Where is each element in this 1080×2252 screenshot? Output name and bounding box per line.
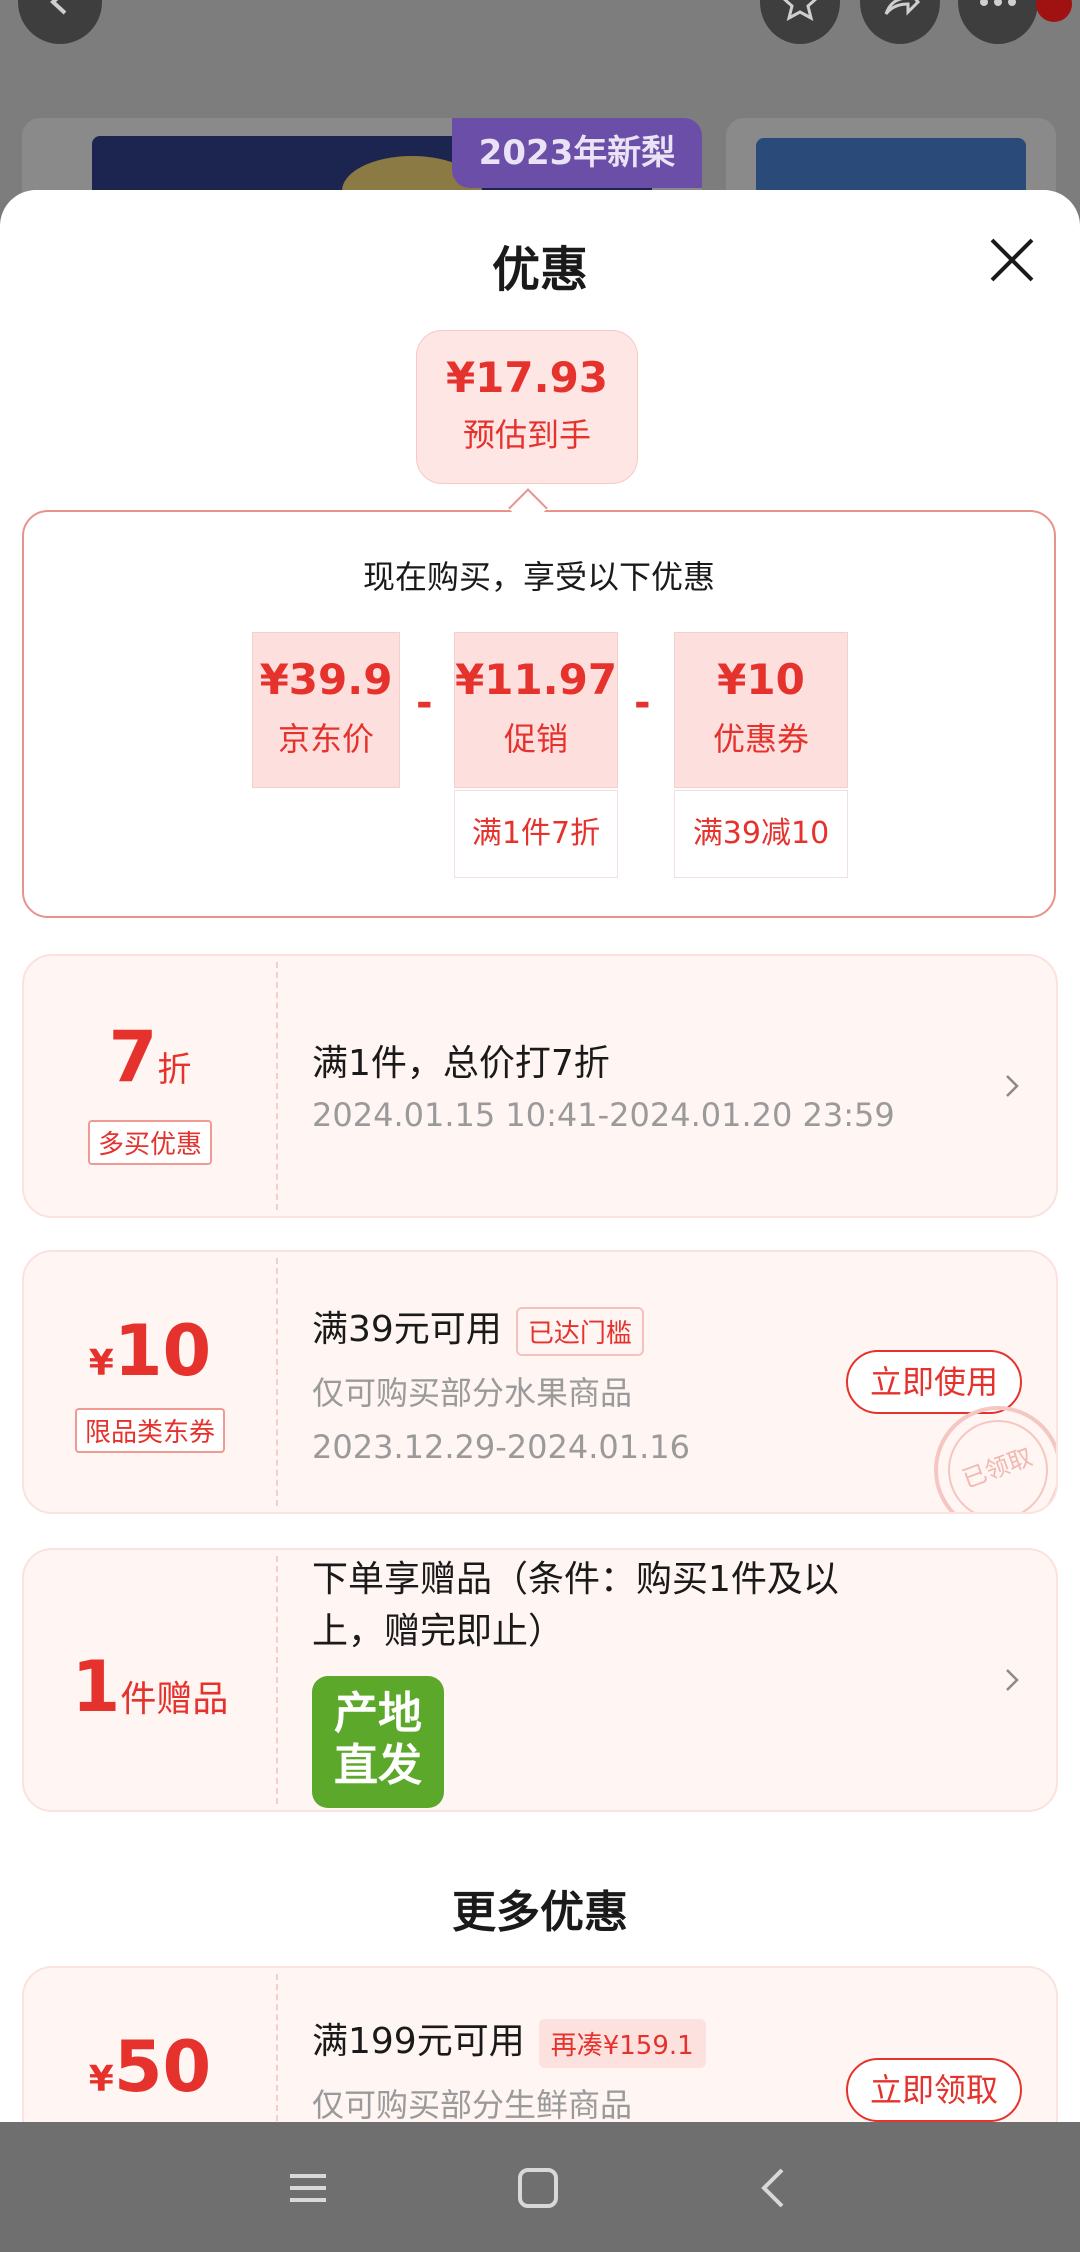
claimed-stamp-text: 已领取 [933,1405,1056,1512]
product-tag: 2023年新梨 [452,118,702,188]
estimated-price: ¥17.93 [445,353,609,402]
more-button-bg[interactable] [958,0,1038,44]
claim-now-button[interactable]: 立即领取 [846,2058,1022,2122]
minus-sign: - [416,680,433,726]
offer-left: ¥50 [24,1968,276,2122]
offer-card-gift[interactable]: 1件赠品 下单享赠品（条件：购买1件及以 上，赠完即止） 产地 直发 [22,1548,1058,1812]
gift-unit: 件赠品 [120,1679,229,1720]
offer-left: 7折 多买优惠 [24,956,276,1216]
estimated-price-box: ¥17.93 预估到手 [416,330,638,484]
price-item-condition: 满39减10 [674,790,848,878]
price-item-name: 京东价 [277,720,374,758]
notification-badge [1036,0,1072,22]
minus-sign: - [634,680,651,726]
gift-title-line: 上，赠完即止） [312,1611,565,1652]
discount-value: 7 [108,1016,158,1098]
threshold-met-badge: 已达门槛 [515,1306,644,1356]
coupon-value: 50 [113,2026,212,2108]
sheet-title: 优惠 [491,242,588,298]
gift-title-line: 下单享赠品（条件：购买1件及以 [312,1559,839,1600]
system-nav-bar [0,2122,1080,2252]
star-icon [782,0,818,21]
more-dots-icon [980,0,1016,6]
offer-left: ¥10 限品类东券 [24,1252,276,1512]
coupon-scope: 仅可购买部分水果商品 [312,1374,633,1412]
favorite-button-bg[interactable] [760,0,840,44]
card-divider [276,962,278,1210]
share-button-bg[interactable] [860,0,940,44]
coupon-value: 10 [113,1310,212,1392]
gift-count: 1 [71,1646,121,1728]
offer-card-coupon: ¥10 限品类东券 满39元可用 已达门槛 仅可购买部分水果商品 2023.12.… [22,1250,1058,1514]
use-now-button[interactable]: 立即使用 [846,1350,1022,1414]
coupon-threshold: 满39元可用 [312,1309,502,1350]
close-icon[interactable] [984,232,1040,288]
discount-sheet: 优惠 ¥17.93 预估到手 现在购买，享受以下优惠 ¥39.9 京东价 - ¥… [0,190,1080,2122]
offer-title: 满1件，总价打7折 [312,1043,610,1084]
price-item-value: ¥39.9 [259,655,393,704]
price-item-value: ¥10 [717,655,805,704]
back-arrow-icon [50,0,67,15]
offer-period: 2024.01.15 10:41-2024.01.20 23:59 [312,1096,895,1134]
discount-unit: 折 [157,1050,192,1090]
card-divider [276,1258,278,1506]
price-breakdown: 现在购买，享受以下优惠 ¥39.9 京东价 - ¥11.97 促销 满1件7折 … [22,510,1056,918]
menu-icon[interactable] [278,2158,338,2218]
offer-left: 1件赠品 [24,1550,276,1810]
gift-title: 下单享赠品（条件：购买1件及以 上，赠完即止） [312,1554,839,1658]
share-icon [884,0,920,16]
offer-card-more-coupon: ¥50 满199元可用 再凑¥159.1 仅可购买部分生鲜商品 立即领取 [22,1966,1058,2122]
coupon-title-row: 满199元可用 再凑¥159.1 [312,2012,706,2068]
offer-card-multibuy[interactable]: 7折 多买优惠 满1件，总价打7折 2024.01.15 10:41-2024.… [22,954,1058,1218]
price-item-coupon: ¥10 优惠券 [674,632,848,788]
gift-image-text: 直发 [334,1740,422,1791]
gift-image-text: 产地 [334,1688,422,1739]
coupon-title-row: 满39元可用 已达门槛 [312,1300,644,1356]
currency-symbol: ¥ [88,1343,114,1384]
price-item-value: ¥11.97 [455,655,618,704]
card-divider [276,1556,278,1804]
price-item-condition: 满1件7折 [454,790,618,878]
price-item-name: 促销 [503,720,568,758]
gift-product-image[interactable]: 产地 直发 [312,1676,444,1808]
price-item-name: 优惠券 [712,720,809,758]
chevron-right-icon[interactable] [1004,1072,1020,1100]
coupon-scope: 仅可购买部分生鲜商品 [312,2086,633,2122]
offer-type-tag: 多买优惠 [87,1120,212,1165]
back-button-bg[interactable] [18,0,102,44]
home-square-icon[interactable] [508,2158,568,2218]
back-icon[interactable] [744,2158,804,2218]
coupon-period: 2023.12.29-2024.01.16 [312,1428,690,1466]
more-offers-title: 更多优惠 [452,1887,628,1938]
card-divider [276,1974,278,2122]
remaining-amount-badge: 再凑¥159.1 [538,2018,706,2068]
background-page: 2023年新梨 [0,0,1080,228]
estimated-price-label: 预估到手 [462,416,591,454]
claimed-stamp: 已领取 [933,1405,1056,1512]
coupon-threshold: 满199元可用 [312,2021,525,2062]
chevron-right-icon[interactable] [1004,1666,1020,1694]
price-item-promo: ¥11.97 促销 [454,632,618,788]
price-item-jd: ¥39.9 京东价 [252,632,400,788]
currency-symbol: ¥ [88,2059,114,2100]
breakdown-title: 现在购买，享受以下优惠 [362,558,715,596]
coupon-type-tag: 限品类东券 [74,1408,225,1453]
